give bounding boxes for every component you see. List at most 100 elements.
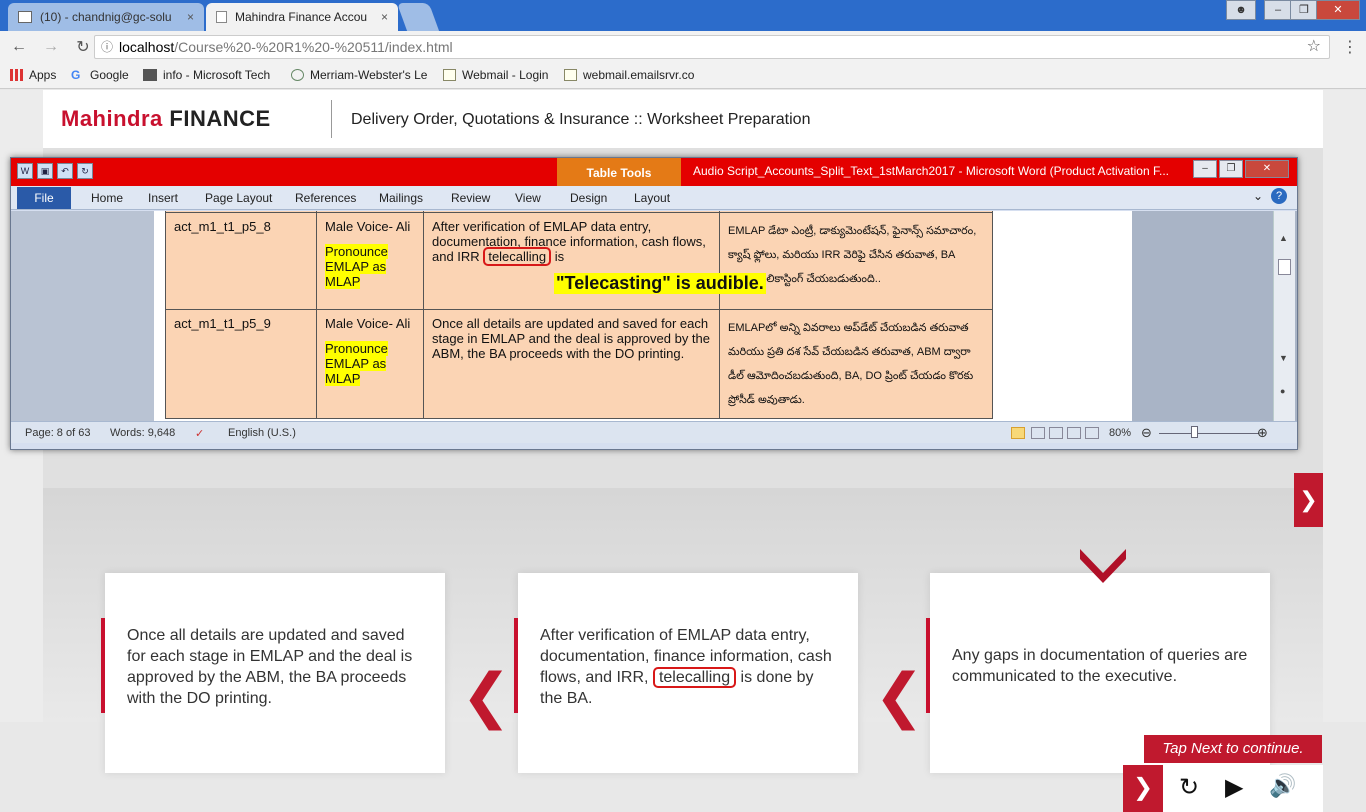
reload-icon[interactable]: ↻ <box>70 37 96 57</box>
language[interactable]: English (U.S.) <box>228 427 296 439</box>
volume-icon[interactable]: 🔊 <box>1269 773 1296 799</box>
pronounce-note: Pronounce EMLAP as MLAP <box>325 341 388 386</box>
minimize-icon[interactable]: – <box>1264 0 1292 20</box>
replay-icon[interactable]: ↻ <box>1179 773 1199 802</box>
back-icon[interactable]: ← <box>6 38 32 56</box>
menu-icon[interactable]: ⋮ <box>1342 37 1358 57</box>
zoom-thumb[interactable] <box>1191 426 1198 438</box>
row-id: act_m1_t1_p5_8 <box>165 212 317 310</box>
telugu-text: EMLAPలో అన్ని వివరాలు అప్‌డేట్ చేయబడిన త… <box>719 309 993 419</box>
player-controls: ❯ ↻ ▶ 🔊 <box>1123 765 1323 812</box>
word-title: Audio Script_Accounts_Split_Text_1stMarc… <box>693 164 1169 178</box>
tab-design[interactable]: Design <box>570 191 607 205</box>
tab-home[interactable]: Home <box>91 191 123 205</box>
close-window-icon[interactable]: ✕ <box>1316 0 1360 20</box>
play-icon[interactable]: ▶ <box>1225 773 1243 802</box>
print-layout-icon[interactable] <box>1011 427 1025 439</box>
minimize-icon[interactable]: – <box>1193 160 1217 178</box>
zoom-level[interactable]: 80% <box>1109 427 1131 439</box>
tab-email[interactable]: (10) - chandnig@gc-solu × <box>8 3 204 31</box>
tab-file[interactable]: File <box>17 187 71 209</box>
voice-cell: Male Voice- Ali Pronounce EMLAP as MLAP <box>316 212 424 310</box>
bookmark-merriam[interactable]: Merriam-Webster's Le <box>291 68 427 82</box>
tab-references[interactable]: References <box>295 191 356 205</box>
close-icon[interactable]: × <box>381 10 388 24</box>
redo-icon[interactable]: ↻ <box>77 163 93 179</box>
globe-icon <box>291 69 304 81</box>
technet-icon <box>143 69 157 81</box>
scroll-thumb[interactable] <box>1278 259 1291 275</box>
course-title: Delivery Order, Quotations & Insurance :… <box>351 111 811 128</box>
tab-layout[interactable]: Layout <box>634 191 670 205</box>
script-text: After verification of EMLAP data entry, … <box>423 212 720 310</box>
save-icon[interactable]: ▣ <box>37 163 53 179</box>
side-next-button[interactable]: ❯ <box>1294 473 1323 527</box>
tab-mailings[interactable]: Mailings <box>379 191 423 205</box>
document-page[interactable]: act_m1_t1_p5_8 Male Voice- Ali Pronounce … <box>154 211 1132 421</box>
chevron-left-icon: ❮ <box>461 662 512 729</box>
course-header: Mahindra FINANCE Delivery Order, Quotati… <box>43 90 1323 148</box>
word-count[interactable]: Words: 9,648 <box>110 427 175 439</box>
user-icon[interactable]: ☻ <box>1226 0 1256 20</box>
proofing-icon[interactable]: ✓ <box>195 427 204 440</box>
zoom-out-icon[interactable]: ⊖ <box>1141 425 1152 441</box>
ribbon-collapse-icon[interactable]: ⌄ <box>1253 189 1263 203</box>
bookmarks-bar: Apps G Google info - Microsoft Tech Merri… <box>0 63 1366 89</box>
bookmark-emailsrvr[interactable]: webmail.emailsrvr.co <box>564 68 694 82</box>
page-count[interactable]: Page: 8 of 63 <box>25 427 90 439</box>
google-icon: G <box>71 68 81 82</box>
tab-page-layout[interactable]: Page Layout <box>205 191 272 205</box>
next-button[interactable]: ❯ <box>1123 765 1163 812</box>
word-icon[interactable]: W <box>17 163 33 179</box>
web-layout-icon[interactable] <box>1049 427 1063 439</box>
url-host: localhost <box>119 39 175 55</box>
browse-object-icon[interactable]: ● <box>1280 386 1285 396</box>
url-input[interactable]: ⓘ localhost/Course%20-%20R1%20-%20511/in… <box>94 35 1330 59</box>
bookmark-apps[interactable]: Apps <box>10 68 56 82</box>
tab-review[interactable]: Review <box>451 191 490 205</box>
info-icon: ⓘ <box>101 40 114 54</box>
ribbon-tabs: File Home Insert Page Layout References … <box>11 186 1297 210</box>
star-icon[interactable]: ☆ <box>1307 36 1321 58</box>
audible-annotation: "Telecasting" is audible. <box>554 273 766 294</box>
quick-access-toolbar: W ▣ ↶ ↻ <box>17 163 93 179</box>
chevron-down-icon <box>1080 549 1126 583</box>
close-icon[interactable]: × <box>187 10 194 24</box>
bookmark-google[interactable]: G Google <box>71 68 129 82</box>
word-title-bar: W ▣ ↶ ↻ Table Tools Audio Script_Account… <box>11 158 1297 186</box>
forward-icon[interactable]: → <box>38 38 64 56</box>
pronounce-note: Pronounce EMLAP as MLAP <box>325 244 388 289</box>
row-id: act_m1_t1_p5_9 <box>165 309 317 419</box>
document-area: act_m1_t1_p5_8 Male Voice- Ali Pronounce … <box>11 211 1297 421</box>
scroll-down-icon[interactable]: ▼ <box>1279 353 1288 363</box>
vertical-scrollbar[interactable]: ▲ ▼ ● <box>1273 211 1295 421</box>
draft-icon[interactable] <box>1085 427 1099 439</box>
tab-insert[interactable]: Insert <box>148 191 178 205</box>
tap-next-hint: Tap Next to continue. <box>1144 735 1322 763</box>
reading-icon[interactable] <box>1031 427 1045 439</box>
card-text: Any gaps in documentation of queries are… <box>952 647 1248 685</box>
scroll-up-icon[interactable]: ▲ <box>1279 233 1288 243</box>
envelope-icon <box>443 69 456 81</box>
help-icon[interactable]: ? <box>1271 188 1287 204</box>
card-accent <box>514 618 518 713</box>
highlight-telecalling: telecalling <box>652 667 737 688</box>
step-card-middle: After verification of EMLAP data entry, … <box>514 573 858 773</box>
new-tab-button[interactable] <box>396 3 440 31</box>
zoom-in-icon[interactable]: ⊕ <box>1257 425 1268 441</box>
bookmark-technet[interactable]: info - Microsoft Tech <box>143 68 270 82</box>
word-window: W ▣ ↶ ↻ Table Tools Audio Script_Account… <box>10 157 1298 450</box>
restore-icon[interactable]: ❐ <box>1290 0 1318 20</box>
restore-icon[interactable]: ❐ <box>1219 160 1243 178</box>
bookmark-webmail[interactable]: Webmail - Login <box>443 68 548 82</box>
mahindra-logo: Mahindra FINANCE <box>61 106 271 131</box>
close-icon[interactable]: ✕ <box>1245 160 1289 178</box>
tab-label: (10) - chandnig@gc-solu <box>40 10 172 24</box>
tab-view[interactable]: View <box>515 191 541 205</box>
outline-icon[interactable] <box>1067 427 1081 439</box>
zoom-slider[interactable] <box>1159 433 1259 434</box>
card-accent <box>101 618 105 713</box>
undo-icon[interactable]: ↶ <box>57 163 73 179</box>
tab-mahindra[interactable]: Mahindra Finance Accou × <box>206 3 398 31</box>
script-text: Once all details are updated and saved f… <box>423 309 720 419</box>
